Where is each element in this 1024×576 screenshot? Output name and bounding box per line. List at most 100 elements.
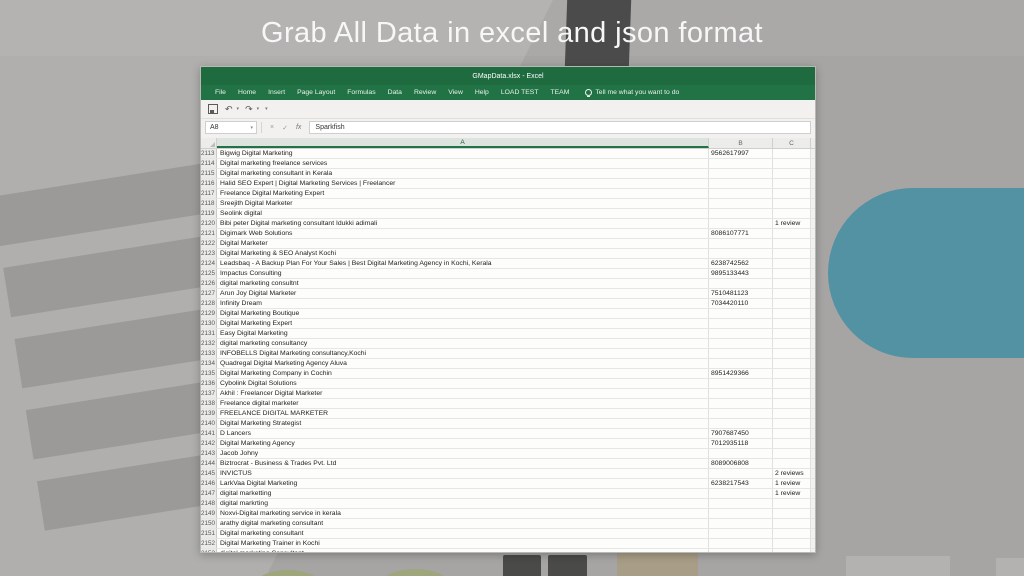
- cell-a[interactable]: Digimark Web Solutions: [217, 229, 709, 238]
- cell-b[interactable]: [709, 239, 773, 248]
- cell-b[interactable]: [709, 529, 773, 538]
- cell-a[interactable]: Digital Marketing Company in Cochin: [217, 369, 709, 378]
- select-all-corner[interactable]: [201, 138, 217, 148]
- cell-b[interactable]: [709, 339, 773, 348]
- row-number[interactable]: 2121: [201, 229, 217, 238]
- row-number[interactable]: 2129: [201, 309, 217, 318]
- row-number[interactable]: 2153: [201, 549, 217, 552]
- row-number[interactable]: 2143: [201, 449, 217, 458]
- row-number[interactable]: 2128: [201, 299, 217, 308]
- ribbon-tab-help[interactable]: Help: [469, 85, 495, 100]
- cell-a[interactable]: digital marketing Consultant: [217, 549, 709, 552]
- customize-qat-icon[interactable]: ▾: [265, 106, 268, 112]
- redo-icon[interactable]: ↷: [245, 104, 253, 114]
- cell-b[interactable]: [709, 189, 773, 198]
- cell-c[interactable]: [773, 239, 811, 248]
- row-number[interactable]: 2142: [201, 439, 217, 448]
- cell-c[interactable]: [773, 229, 811, 238]
- cell-a[interactable]: Digital Marketing & SEO Analyst Kochi: [217, 249, 709, 258]
- cell-c[interactable]: [773, 329, 811, 338]
- cell-b[interactable]: [709, 309, 773, 318]
- row-number[interactable]: 2152: [201, 539, 217, 548]
- cell-b[interactable]: [709, 159, 773, 168]
- cell-c[interactable]: 1 review: [773, 219, 811, 228]
- cell-b[interactable]: [709, 389, 773, 398]
- row-number[interactable]: 2135: [201, 369, 217, 378]
- cell-b[interactable]: [709, 399, 773, 408]
- cell-a[interactable]: Quadregal Digital Marketing Agency Aluva: [217, 359, 709, 368]
- cell-a[interactable]: digital marketing consultnt: [217, 279, 709, 288]
- row-number[interactable]: 2144: [201, 459, 217, 468]
- cell-a[interactable]: Bibi peter Digital marketing consultant …: [217, 219, 709, 228]
- cell-c[interactable]: [773, 149, 811, 158]
- ribbon-tab-insert[interactable]: Insert: [262, 85, 291, 100]
- cell-a[interactable]: D Lancers: [217, 429, 709, 438]
- cell-b[interactable]: [709, 279, 773, 288]
- cancel-icon[interactable]: ×: [270, 124, 274, 131]
- row-number[interactable]: 2136: [201, 379, 217, 388]
- cell-c[interactable]: [773, 499, 811, 508]
- cell-c[interactable]: [773, 449, 811, 458]
- cell-a[interactable]: Freelance digital marketer: [217, 399, 709, 408]
- cell-b[interactable]: [709, 379, 773, 388]
- cell-c[interactable]: [773, 379, 811, 388]
- row-number[interactable]: 2141: [201, 429, 217, 438]
- cell-c[interactable]: [773, 169, 811, 178]
- cell-a[interactable]: Digital marketing consultant in Kerala: [217, 169, 709, 178]
- cell-c[interactable]: [773, 409, 811, 418]
- cell-a[interactable]: Seolink digital: [217, 209, 709, 218]
- cell-c[interactable]: [773, 419, 811, 428]
- cell-c[interactable]: [773, 279, 811, 288]
- cell-c[interactable]: [773, 519, 811, 528]
- confirm-icon[interactable]: ✓: [282, 124, 288, 132]
- cell-a[interactable]: Digital Marketing Boutique: [217, 309, 709, 318]
- cell-c[interactable]: [773, 259, 811, 268]
- cell-c[interactable]: 1 review: [773, 479, 811, 488]
- cell-b[interactable]: [709, 169, 773, 178]
- row-number[interactable]: 2148: [201, 499, 217, 508]
- row-number[interactable]: 2116: [201, 179, 217, 188]
- row-number[interactable]: 2133: [201, 349, 217, 358]
- cell-b[interactable]: [709, 209, 773, 218]
- cell-a[interactable]: digital markrting: [217, 499, 709, 508]
- formula-bar-input[interactable]: Sparkfish: [309, 121, 811, 134]
- cell-a[interactable]: Digital Marketing Agency: [217, 439, 709, 448]
- cell-b[interactable]: [709, 499, 773, 508]
- cell-b[interactable]: [709, 519, 773, 528]
- row-number[interactable]: 2124: [201, 259, 217, 268]
- row-number[interactable]: 2139: [201, 409, 217, 418]
- row-number[interactable]: 2123: [201, 249, 217, 258]
- ribbon-tab-file[interactable]: File: [209, 85, 232, 100]
- row-number[interactable]: 2134: [201, 359, 217, 368]
- cell-c[interactable]: [773, 359, 811, 368]
- row-number[interactable]: 2125: [201, 269, 217, 278]
- cell-b[interactable]: [709, 469, 773, 478]
- cell-b[interactable]: [709, 319, 773, 328]
- cell-a[interactable]: Impactus Consulting: [217, 269, 709, 278]
- cell-c[interactable]: [773, 439, 811, 448]
- cell-b[interactable]: [709, 199, 773, 208]
- cell-c[interactable]: [773, 459, 811, 468]
- row-number[interactable]: 2115: [201, 169, 217, 178]
- cell-a[interactable]: FREELANCE DIGITAL MARKETER: [217, 409, 709, 418]
- cell-a[interactable]: Digital Marketing Trainer in Kochi: [217, 539, 709, 548]
- cell-c[interactable]: [773, 349, 811, 358]
- cell-c[interactable]: 2 reviews: [773, 469, 811, 478]
- undo-dropdown-icon[interactable]: ▾: [237, 106, 240, 112]
- row-number[interactable]: 2145: [201, 469, 217, 478]
- row-number[interactable]: 2132: [201, 339, 217, 348]
- insert-function-icon[interactable]: fx: [296, 124, 301, 131]
- cell-a[interactable]: Leadsbaq - A Backup Plan For Your Sales …: [217, 259, 709, 268]
- row-number[interactable]: 2138: [201, 399, 217, 408]
- cell-a[interactable]: Halid SEO Expert | Digital Marketing Ser…: [217, 179, 709, 188]
- column-header-a[interactable]: A: [217, 138, 709, 148]
- row-number[interactable]: 2130: [201, 319, 217, 328]
- cell-c[interactable]: [773, 299, 811, 308]
- cell-b[interactable]: [709, 349, 773, 358]
- cell-a[interactable]: Digital marketing freelance services: [217, 159, 709, 168]
- cell-a[interactable]: Digital Marketing Strategist: [217, 419, 709, 428]
- cell-c[interactable]: [773, 369, 811, 378]
- cell-b[interactable]: 7012935118: [709, 439, 773, 448]
- row-number[interactable]: 2140: [201, 419, 217, 428]
- cell-c[interactable]: [773, 509, 811, 518]
